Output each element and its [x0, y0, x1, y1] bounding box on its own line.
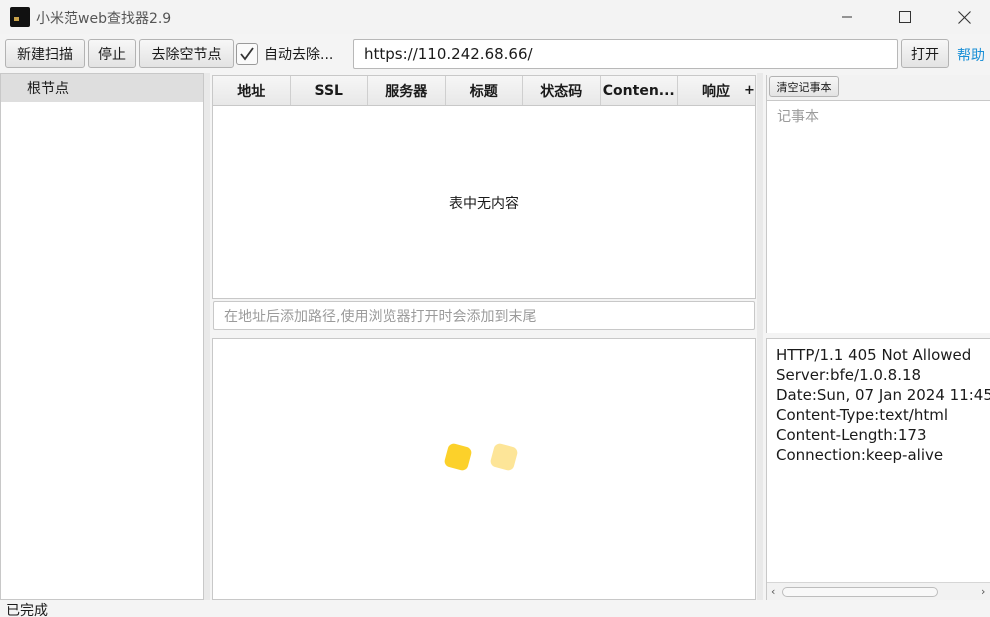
- scroll-right-icon[interactable]: ›: [981, 585, 985, 598]
- check-icon: [240, 47, 254, 61]
- table-header: 地址 SSL 服务器 标题 状态码 Conten... 响应 +: [213, 76, 755, 106]
- preview-panel: [212, 338, 756, 600]
- remove-empty-nodes-button[interactable]: 去除空节点: [139, 39, 234, 68]
- auto-remove-checkbox[interactable]: [236, 43, 258, 65]
- tree-root-node[interactable]: 根节点: [1, 74, 203, 102]
- response-panel: HTTP/1.1 405 Not Allowed Server:bfe/1.0.…: [766, 338, 990, 600]
- left-splitter[interactable]: [204, 73, 210, 600]
- tree-root-label: 根节点: [27, 81, 69, 97]
- tree-panel: 根节点: [0, 73, 204, 600]
- new-scan-button[interactable]: 新建扫描: [5, 39, 85, 68]
- column-header-address[interactable]: 地址: [213, 76, 291, 105]
- auto-remove-toggle[interactable]: 自动去除...: [236, 42, 333, 66]
- column-header-content[interactable]: Conten...: [601, 76, 678, 105]
- response-line: Server:bfe/1.0.8.18: [776, 366, 922, 384]
- loading-dot-icon: [443, 442, 473, 472]
- stop-button[interactable]: 停止: [88, 39, 136, 68]
- add-column-icon[interactable]: +: [744, 76, 755, 105]
- response-line: Content-Length:173: [776, 426, 927, 444]
- close-icon: [957, 10, 971, 24]
- response-line: Date:Sun, 07 Jan 2024 11:45:5: [776, 386, 990, 404]
- auto-remove-label: 自动去除...: [264, 47, 334, 63]
- minimize-icon: [842, 16, 852, 18]
- clear-notes-button[interactable]: 清空记事本: [769, 76, 839, 97]
- minimize-button[interactable]: [817, 0, 877, 34]
- results-table: 地址 SSL 服务器 标题 状态码 Conten... 响应 + 表中无内容: [212, 75, 756, 299]
- right-splitter[interactable]: [757, 73, 763, 600]
- response-text[interactable]: HTTP/1.1 405 Not Allowed Server:bfe/1.0.…: [767, 339, 990, 465]
- app-icon: [10, 7, 30, 27]
- table-empty-message: 表中无内容: [449, 195, 519, 212]
- horizontal-scrollbar[interactable]: ‹ ›: [767, 582, 990, 600]
- response-line: Connection:keep-alive: [776, 446, 944, 464]
- column-header-ssl[interactable]: SSL: [291, 76, 368, 105]
- help-link[interactable]: 帮助: [957, 45, 985, 65]
- status-bar: 已完成: [0, 600, 990, 617]
- notes-placeholder: 记事本: [777, 109, 819, 125]
- notes-textarea[interactable]: 记事本: [767, 100, 990, 333]
- loading-dot-icon: [489, 442, 519, 472]
- open-button[interactable]: 打开: [901, 39, 949, 68]
- close-button[interactable]: [934, 0, 990, 34]
- window-title: 小米范web查找器2.9: [36, 11, 172, 27]
- response-line: Content-Type:text/html: [776, 406, 949, 424]
- url-input[interactable]: https://110.242.68.66/: [353, 39, 898, 69]
- scroll-left-icon[interactable]: ‹: [771, 585, 775, 598]
- title-bar: 小米范web查找器2.9: [0, 0, 990, 34]
- column-header-status-code[interactable]: 状态码: [523, 76, 601, 105]
- maximize-icon: [899, 11, 911, 23]
- response-line: HTTP/1.1 405 Not Allowed: [776, 346, 972, 364]
- notes-panel: 清空记事本 记事本: [766, 75, 990, 333]
- maximize-button[interactable]: [875, 0, 935, 34]
- column-header-server[interactable]: 服务器: [368, 76, 446, 105]
- path-input[interactable]: 在地址后添加路径,使用浏览器打开时会添加到末尾: [213, 301, 755, 330]
- column-header-response[interactable]: 响应: [678, 76, 744, 105]
- toolbar: 新建扫描 停止 去除空节点 自动去除... https://110.242.68…: [0, 38, 990, 70]
- column-header-title[interactable]: 标题: [446, 76, 523, 105]
- status-text: 已完成: [6, 603, 48, 617]
- scrollbar-thumb[interactable]: [782, 587, 938, 597]
